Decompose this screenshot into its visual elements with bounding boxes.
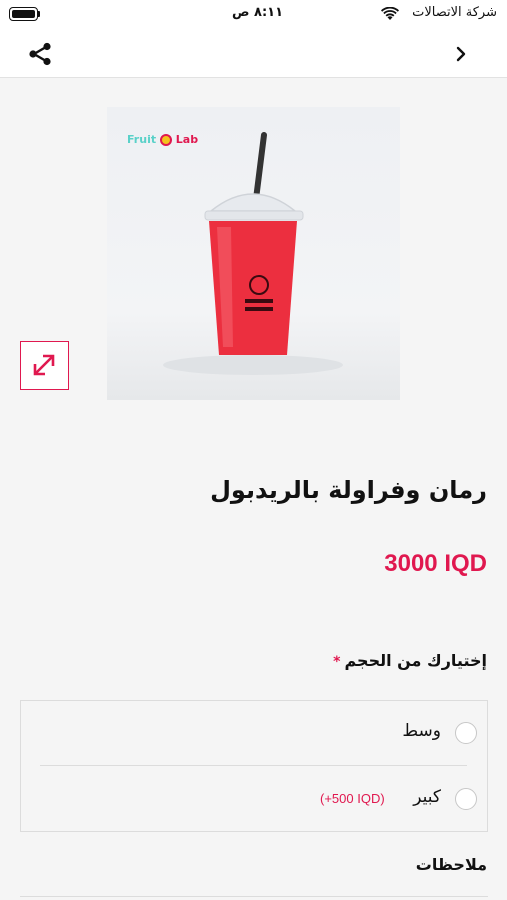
size-option-label: وسط bbox=[402, 721, 441, 741]
battery-tip bbox=[38, 11, 40, 17]
smoothie-cup-illustration bbox=[163, 132, 343, 375]
top-nav-bar bbox=[0, 30, 507, 78]
required-marker: * bbox=[333, 654, 341, 670]
expand-image-button[interactable] bbox=[20, 341, 69, 390]
size-options-list: وسط كبير (+500 IQD) bbox=[20, 700, 488, 832]
notes-label: ملاحظات bbox=[415, 855, 487, 874]
size-option-large[interactable]: كبير (+500 IQD) bbox=[21, 767, 487, 831]
share-icon bbox=[29, 42, 51, 66]
size-section-label: إختيارك من الحجم* bbox=[333, 651, 487, 670]
product-title: رمان وفراولة بالريدبول bbox=[210, 476, 487, 504]
radio-button[interactable] bbox=[455, 788, 477, 810]
size-option-medium[interactable]: وسط bbox=[21, 701, 487, 765]
share-button[interactable] bbox=[26, 40, 54, 68]
battery-icon bbox=[9, 7, 38, 21]
radio-button[interactable] bbox=[455, 722, 477, 744]
carrier-name: شركة الاتصالات bbox=[412, 5, 497, 20]
size-option-label: كبير bbox=[413, 787, 441, 807]
notes-input[interactable] bbox=[20, 896, 488, 900]
product-price: 3000 IQD bbox=[384, 550, 487, 577]
chevron-right-icon bbox=[456, 46, 466, 62]
product-image[interactable]: Fruit Lab bbox=[107, 107, 400, 400]
size-option-extra-price: (+500 IQD) bbox=[320, 791, 385, 806]
back-button[interactable] bbox=[449, 42, 473, 66]
status-bar: ٨:١١ ص شركة الاتصالات bbox=[0, 0, 507, 30]
status-time: ٨:١١ ص bbox=[232, 5, 284, 20]
option-divider bbox=[40, 765, 467, 766]
wifi-icon bbox=[381, 7, 399, 20]
expand-icon bbox=[33, 354, 55, 376]
size-label-text: إختيارك من الحجم bbox=[344, 651, 487, 670]
